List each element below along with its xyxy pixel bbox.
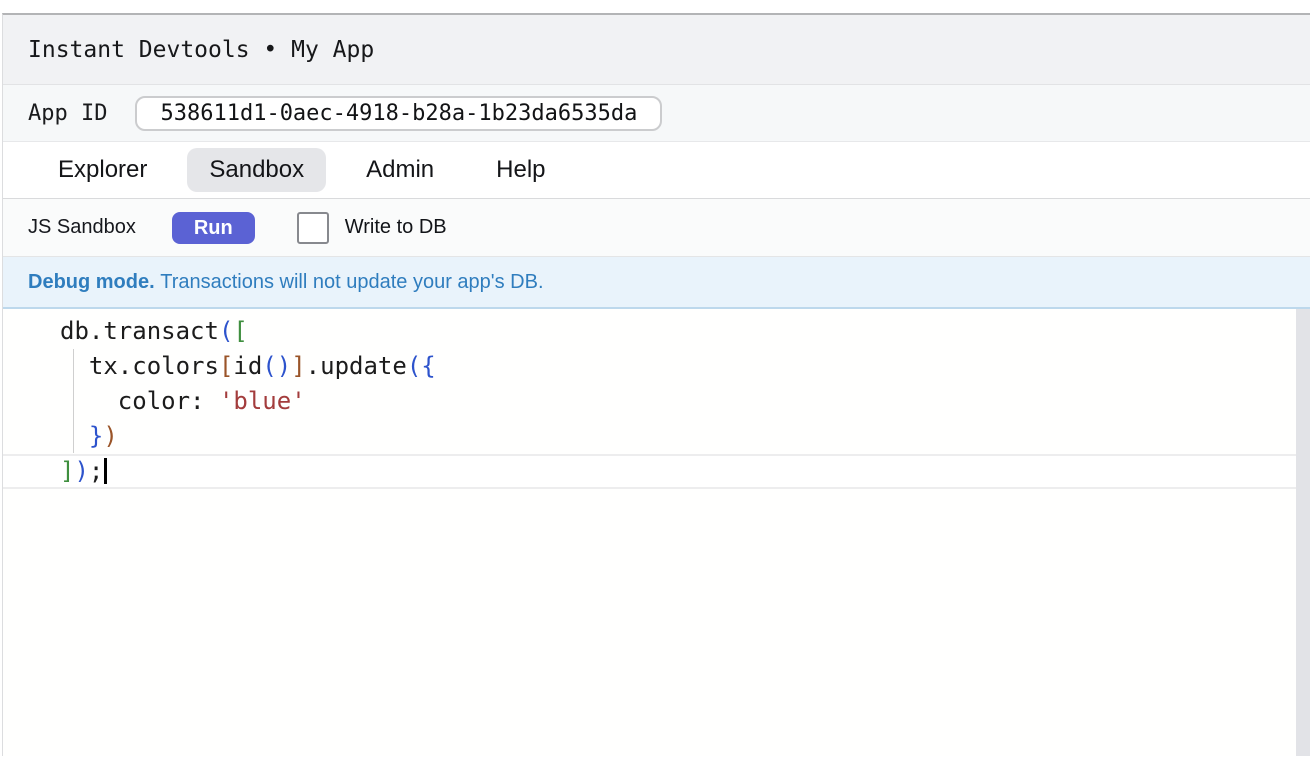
code-token: ): [74, 457, 88, 485]
code-token: color:: [60, 387, 219, 415]
code-token: ]: [291, 352, 305, 380]
devtools-window: Instant Devtools • My App App ID 538611d…: [2, 13, 1310, 756]
code-area[interactable]: db.transact([ tx.colors[id()].update({ c…: [3, 309, 1310, 489]
sandbox-title: JS Sandbox: [28, 216, 136, 239]
code-token: 'blue': [219, 387, 306, 415]
code-token: (: [262, 352, 276, 380]
debug-banner-bold: Debug mode.: [28, 271, 155, 294]
code-token: [: [233, 317, 247, 345]
code-token: [: [219, 352, 233, 380]
code-token: (: [219, 317, 233, 345]
code-token: ): [277, 352, 291, 380]
run-button[interactable]: Run: [172, 212, 255, 244]
code-line-4[interactable]: }): [3, 419, 1310, 454]
app-id-label: App ID: [28, 101, 107, 126]
code-line-2[interactable]: tx.colors[id()].update({: [3, 349, 1310, 384]
code-line-1[interactable]: db.transact([: [3, 314, 1310, 349]
code-line-5[interactable]: ]);: [3, 454, 1310, 489]
sandbox-toolbar: JS Sandbox Run Write to DB: [3, 199, 1310, 257]
debug-banner-text: Transactions will not update your app's …: [155, 271, 544, 294]
code-token: id: [233, 352, 262, 380]
code-token: db.transact: [60, 317, 219, 345]
code-token: .update: [306, 352, 407, 380]
window-header: Instant Devtools • My App: [3, 15, 1310, 85]
editor-scrollbar[interactable]: [1296, 309, 1310, 756]
tab-bar: Explorer Sandbox Admin Help: [3, 142, 1310, 199]
code-line-3[interactable]: color: 'blue': [3, 384, 1310, 419]
tab-admin[interactable]: Admin: [344, 148, 456, 192]
app-id-row: App ID 538611d1-0aec-4918-b28a-1b23da653…: [3, 85, 1310, 142]
write-to-db-label[interactable]: Write to DB: [345, 216, 447, 239]
code-token: [60, 422, 89, 450]
tab-help[interactable]: Help: [474, 148, 567, 192]
write-to-db-checkbox[interactable]: [297, 212, 329, 244]
code-token: {: [421, 352, 435, 380]
code-token: ): [103, 422, 117, 450]
code-token: ]: [60, 457, 74, 485]
code-editor[interactable]: db.transact([ tx.colors[id()].update({ c…: [3, 309, 1310, 756]
code-token: (: [407, 352, 421, 380]
code-token: ;: [89, 457, 103, 485]
debug-mode-banner: Debug mode. Transactions will not update…: [3, 257, 1310, 309]
code-token: tx.colors: [60, 352, 219, 380]
tab-explorer[interactable]: Explorer: [36, 148, 169, 192]
page-title: Instant Devtools • My App: [28, 37, 374, 63]
text-cursor: [104, 458, 107, 484]
code-token: }: [89, 422, 103, 450]
tab-sandbox[interactable]: Sandbox: [187, 148, 326, 192]
app-id-value[interactable]: 538611d1-0aec-4918-b28a-1b23da6535da: [135, 96, 662, 131]
indent-guide: [73, 349, 74, 453]
